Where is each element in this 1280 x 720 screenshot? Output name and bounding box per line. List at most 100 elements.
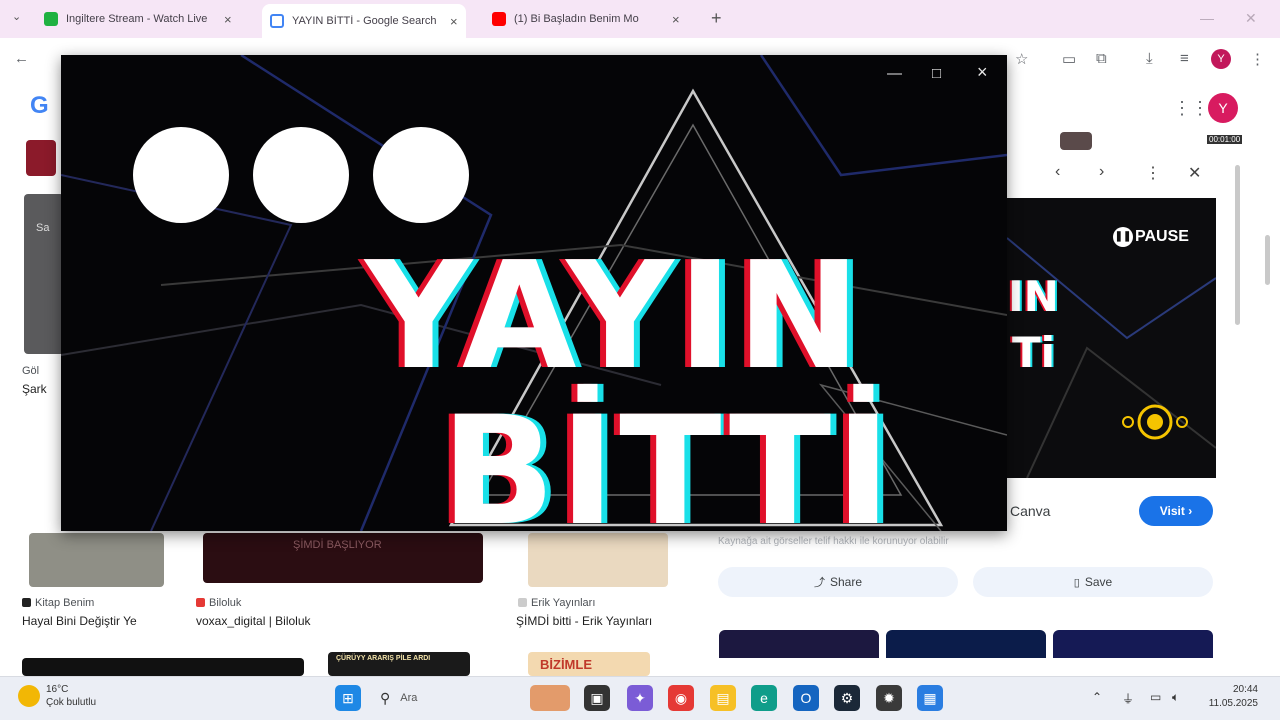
tab-title: Ingiltere Stream - Watch Live — [66, 13, 208, 25]
taskbar-search[interactable]: ⚲ Ara — [372, 684, 512, 712]
taskbar-clock[interactable]: 20:44 11.05.2025 — [1200, 683, 1258, 711]
weather-sun-icon — [18, 685, 40, 707]
source-favicon-icon — [196, 598, 205, 607]
tab-close-icon[interactable]: × — [224, 12, 232, 27]
related-image-thumb[interactable] — [886, 630, 1046, 658]
pip-maximize-icon[interactable]: □ — [932, 65, 941, 82]
tab-title: YAYIN BİTTİ - Google Search — [292, 15, 437, 27]
google-apps-icon[interactable]: ⋮⋮ — [1173, 98, 1209, 119]
thumb-banner-text: BİZİMLE — [540, 657, 592, 672]
preview-title-text: IN — [1008, 272, 1059, 321]
windows-start-icon[interactable]: ⊞ — [335, 685, 361, 711]
preview-title-text: Ti — [1012, 328, 1056, 377]
image-result-thumb[interactable] — [29, 533, 164, 587]
picture-in-picture-window[interactable]: YAYIN BİTTİ — □ × — [61, 55, 1007, 531]
weather-widget[interactable]: 16°C Çok bulutlu — [18, 683, 96, 709]
related-image-thumb[interactable] — [719, 630, 879, 658]
bookmark-star-icon[interactable]: ☆ — [1015, 50, 1028, 68]
cast-icon[interactable]: ▭ — [1062, 50, 1076, 68]
edge-icon[interactable]: e — [751, 685, 777, 711]
save-button[interactable]: ▯ Save — [973, 567, 1213, 597]
window-close-icon[interactable]: ✕ — [1245, 10, 1257, 27]
preview-next-icon[interactable]: › — [1099, 163, 1104, 181]
preview-more-icon[interactable]: ⋮ — [1145, 163, 1161, 183]
menu-kebab-icon[interactable]: ⋮ — [1250, 50, 1265, 68]
weather-desc: Çok bulutlu — [46, 697, 97, 708]
tab-google-search[interactable]: YAYIN BİTTİ - Google Search × — [262, 4, 466, 38]
loading-dot — [133, 127, 229, 223]
weather-temp: 16°C — [46, 684, 69, 695]
new-tab-button[interactable]: + — [711, 8, 722, 29]
result-source-snippet: Göl — [22, 365, 40, 377]
thumb-banner-text: ÇÜRÜYY ARARIŞ PİLE ARDI — [336, 655, 431, 662]
result-title[interactable]: ŞİMDİ bitti - Erik Yayınları — [516, 614, 652, 628]
file-explorer-icon[interactable]: ▤ — [710, 685, 736, 711]
network-icon[interactable]: ▭ — [1150, 690, 1161, 704]
image-result-thumb[interactable] — [24, 194, 64, 354]
outlook-icon[interactable]: O — [793, 685, 819, 711]
browser-profile-avatar[interactable]: Y — [1211, 49, 1231, 69]
task-view-icon[interactable]: ▣ — [584, 685, 610, 711]
thumb-banner-text: ŞİMDİ BAŞLIYOR — [293, 539, 382, 551]
image-result-thumb[interactable]: ŞİMDİ BAŞLIYOR — [203, 533, 483, 583]
media-control-icon[interactable]: ≡ — [1180, 50, 1189, 67]
image-result-thumb[interactable]: BİZİMLE — [528, 652, 650, 676]
pause-icon: ❚❚ — [1113, 227, 1133, 247]
result-source: Kitap Benim — [22, 597, 94, 609]
clock-date: 11.05.2025 — [1208, 698, 1258, 709]
tab-youtube[interactable]: (1) Bi Başladın Benim Mo × — [484, 6, 688, 32]
page-scrollbar[interactable] — [1265, 235, 1270, 285]
extensions-icon[interactable]: ⧉ — [1096, 50, 1107, 67]
share-icon: ⤴ — [813, 577, 825, 589]
filter-chip-thumb[interactable] — [26, 140, 56, 176]
pip-minimize-icon[interactable]: — — [887, 65, 902, 82]
chrome-icon[interactable]: ◉ — [668, 685, 694, 711]
bookmark-icon: ▯ — [1073, 576, 1080, 589]
usb-icon[interactable]: ⏚ — [1122, 690, 1134, 707]
copilot-icon[interactable]: ✦ — [627, 685, 653, 711]
window-minimize-icon[interactable]: — — [1200, 10, 1214, 26]
widgets-icon[interactable] — [530, 685, 570, 711]
stream-ended-title-line2: BİTTİ — [441, 385, 896, 531]
steam-icon[interactable]: ⚙ — [834, 685, 860, 711]
image-result-thumb[interactable]: ÇÜRÜYY ARARIŞ PİLE ARDI — [328, 652, 470, 676]
stream-ended-title-line1: YAYIN — [365, 230, 865, 402]
preview-source-name[interactable]: Canva — [1010, 503, 1050, 519]
search-icon: ⚲ — [380, 689, 391, 706]
image-result-thumb[interactable] — [528, 533, 668, 587]
result-source: Biloluk — [196, 597, 241, 609]
google-account-avatar[interactable]: Y — [1208, 93, 1238, 123]
app-icon[interactable]: ✹ — [876, 685, 902, 711]
result-source: Erik Yayınları — [518, 597, 595, 609]
volume-icon[interactable]: 🔈︎ — [1172, 690, 1179, 705]
preview-strip-thumb[interactable] — [1060, 132, 1092, 150]
result-title[interactable]: voxax_digital | Biloluk — [196, 614, 311, 628]
preview-close-icon[interactable]: ✕ — [1188, 163, 1201, 183]
back-arrow-icon[interactable]: ← — [14, 50, 29, 67]
loading-dot — [373, 127, 469, 223]
loading-dot — [253, 127, 349, 223]
tray-chevron-icon[interactable]: ⌃ — [1092, 690, 1102, 704]
preview-timestamp: 00:01:00 — [1207, 135, 1243, 144]
tab-title: (1) Bi Başladın Benim Mo — [514, 13, 639, 25]
visit-button[interactable]: Visit › — [1139, 496, 1213, 526]
tab-close-icon[interactable]: × — [672, 12, 680, 27]
source-favicon-icon — [22, 598, 31, 607]
target-reticle-icon — [1122, 404, 1188, 440]
tab-search-chevron-icon[interactable]: ⌄ — [12, 10, 21, 23]
image-result-thumb[interactable] — [22, 658, 304, 676]
pause-badge: ❚❚ PAUSE — [1113, 227, 1189, 247]
active-app-icon[interactable]: ▦ — [917, 685, 943, 711]
result-title-snippet[interactable]: Şark — [22, 382, 47, 396]
pip-close-icon[interactable]: × — [977, 62, 988, 83]
stream-favicon-icon — [44, 12, 58, 26]
preview-prev-icon[interactable]: ‹ — [1055, 163, 1060, 181]
download-icon[interactable]: ⤓ — [1146, 50, 1153, 67]
share-button[interactable]: ⤴ Share — [718, 567, 958, 597]
google-logo[interactable]: G — [30, 92, 49, 120]
result-title[interactable]: Hayal Bini Değiştir Ye — [22, 614, 137, 628]
tab-close-icon[interactable]: × — [450, 14, 458, 29]
tab-stream[interactable]: Ingiltere Stream - Watch Live × — [36, 6, 240, 32]
preview-scrollbar[interactable] — [1235, 165, 1240, 325]
related-image-thumb[interactable] — [1053, 630, 1213, 658]
